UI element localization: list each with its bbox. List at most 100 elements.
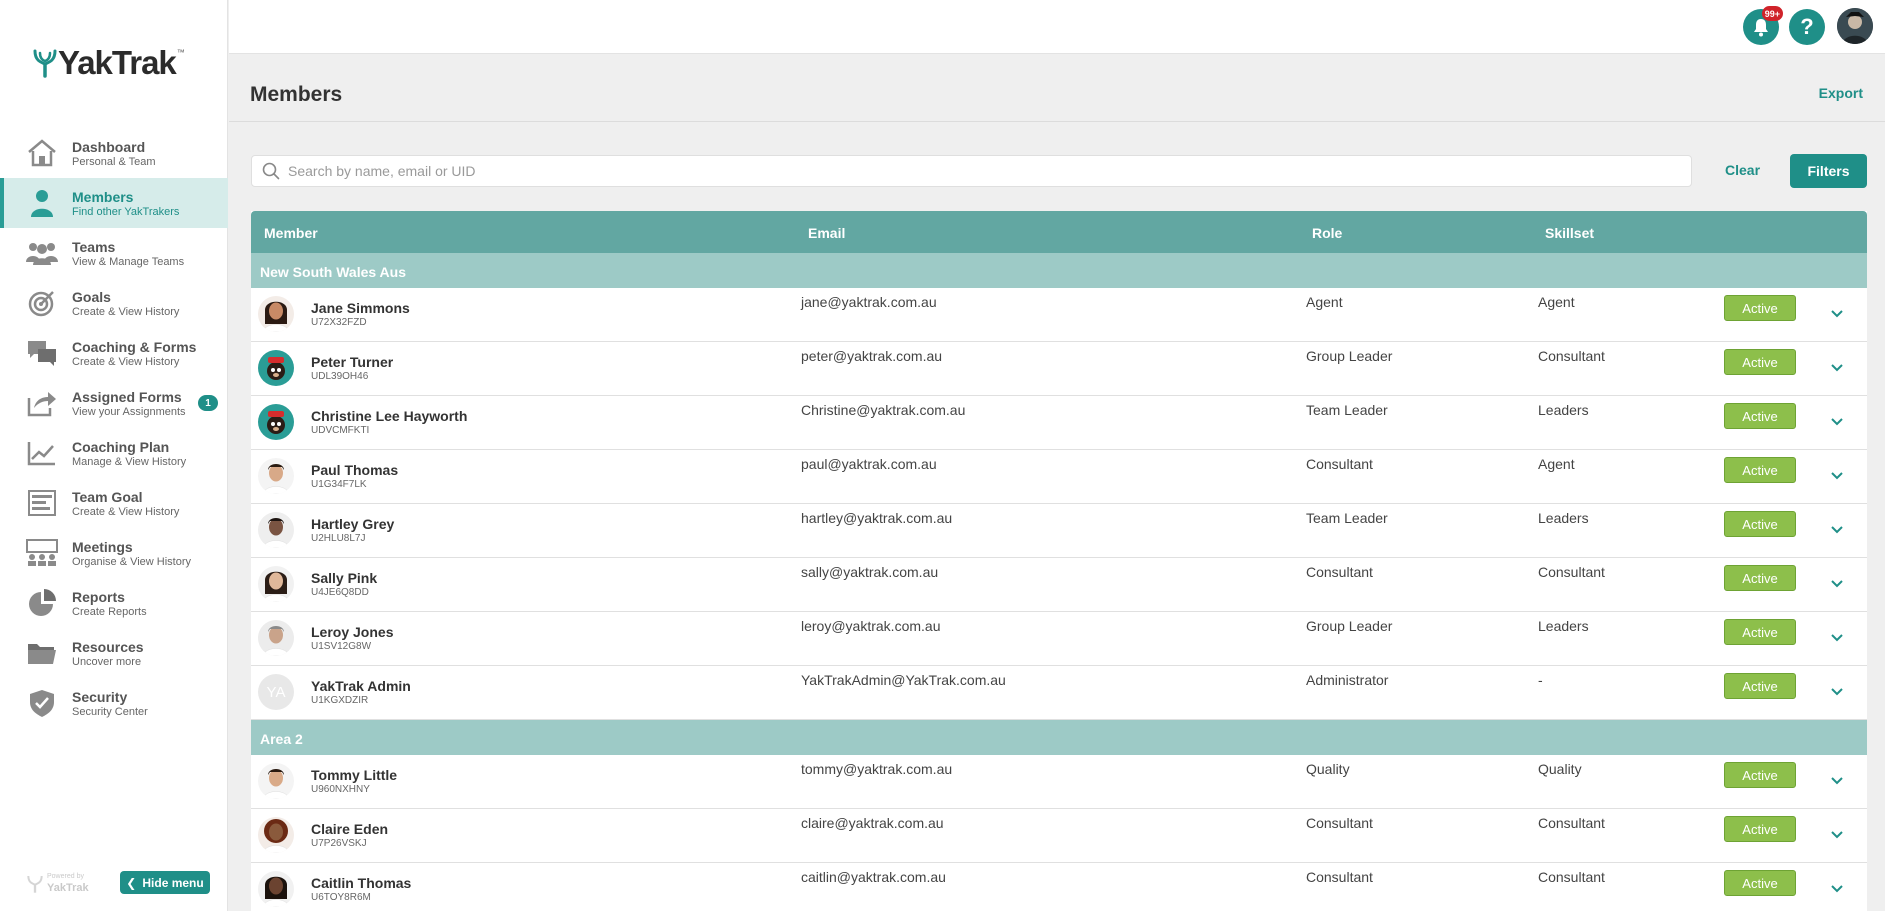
group-name: New South Wales Aus bbox=[260, 264, 406, 280]
member-email: leroy@yaktrak.com.au bbox=[801, 618, 941, 634]
member-name[interactable]: Christine Lee Hayworth bbox=[311, 408, 467, 424]
chevron-down-icon[interactable] bbox=[1829, 683, 1845, 699]
chevron-down-icon[interactable] bbox=[1829, 575, 1845, 591]
status-badge[interactable]: Active bbox=[1724, 511, 1796, 537]
member-role: Quality bbox=[1306, 761, 1350, 777]
status-badge[interactable]: Active bbox=[1724, 457, 1796, 483]
sidebar-item-text: Assigned Forms View your Assignments bbox=[72, 389, 186, 418]
member-skillset: - bbox=[1538, 672, 1543, 688]
sidebar-item-subtitle: Personal & Team bbox=[72, 155, 156, 168]
sidebar-item-label: Coaching Plan bbox=[72, 438, 170, 455]
sidebar-item-text: Coaching Plan Manage & View History bbox=[72, 439, 186, 468]
table-row[interactable]: Tommy Little U960NXHNY tommy@yaktrak.com.a… bbox=[251, 755, 1867, 809]
member-name[interactable]: Tommy Little bbox=[311, 767, 397, 783]
status-badge[interactable]: Active bbox=[1724, 870, 1796, 896]
user-avatar-button[interactable] bbox=[1837, 8, 1873, 44]
chevron-down-icon[interactable] bbox=[1829, 467, 1845, 483]
yaktrak-logo[interactable]: YakTrak ™ bbox=[32, 44, 185, 82]
table-row[interactable]: Christine Lee Hayworth UDVCMFKTI Christine… bbox=[251, 396, 1867, 450]
search-box bbox=[251, 155, 1692, 187]
sidebar-item-resources[interactable]: Resources Uncover more bbox=[0, 628, 228, 678]
table-row[interactable]: Peter Turner UDL39OH46 peter@yaktrak.com.a… bbox=[251, 342, 1867, 396]
sidebar-item-security[interactable]: Security Security Center bbox=[0, 678, 228, 728]
member-avatar bbox=[258, 512, 294, 548]
search-input[interactable] bbox=[288, 163, 1691, 179]
status-badge[interactable]: Active bbox=[1724, 816, 1796, 842]
table-row[interactable]: Paul Thomas U1G34F7LK paul@yaktrak.com.au C… bbox=[251, 450, 1867, 504]
sidebar-item-goals[interactable]: Goals Create & View History bbox=[0, 278, 228, 328]
member-name[interactable]: Jane Simmons bbox=[311, 300, 410, 316]
member-email: Christine@yaktrak.com.au bbox=[801, 402, 966, 418]
pie-icon bbox=[24, 587, 60, 619]
member-name[interactable]: Sally Pink bbox=[311, 570, 377, 586]
sidebar-item-teams[interactable]: Teams View & Manage Teams bbox=[0, 228, 228, 278]
table-row[interactable]: Leroy Jones U1SV12G8W leroy@yaktrak.com.au… bbox=[251, 612, 1867, 666]
table-row[interactable]: Jane Simmons U72X32FZD jane@yaktrak.com.au… bbox=[251, 288, 1867, 342]
status-badge[interactable]: Active bbox=[1724, 295, 1796, 321]
top-bar: 99+ ? bbox=[229, 0, 1885, 54]
help-button[interactable]: ? bbox=[1789, 9, 1825, 45]
member-role: Consultant bbox=[1306, 456, 1373, 472]
sidebar-item-coaching-forms[interactable]: Coaching & Forms Create & View History bbox=[0, 328, 228, 378]
table-row[interactable]: Sally Pink U4JE6Q8DD sally@yaktrak.com.au C… bbox=[251, 558, 1867, 612]
member-avatar bbox=[258, 566, 294, 602]
table-row[interactable]: Hartley Grey U2HLU8L7J hartley@yaktrak.com… bbox=[251, 504, 1867, 558]
status-badge[interactable]: Active bbox=[1724, 403, 1796, 429]
member-skillset: Leaders bbox=[1538, 618, 1589, 634]
status-badge[interactable]: Active bbox=[1724, 673, 1796, 699]
status-badge[interactable]: Active bbox=[1724, 762, 1796, 788]
table-row[interactable]: YA YakTrak Admin U1KGXDZIR YakTrakAdmin@Yak… bbox=[251, 666, 1867, 720]
chevron-down-icon[interactable] bbox=[1829, 772, 1845, 788]
sidebar-item-text: Dashboard Personal & Team bbox=[72, 139, 156, 168]
member-name[interactable]: YakTrak Admin bbox=[311, 678, 411, 694]
chevron-down-icon[interactable] bbox=[1829, 826, 1845, 842]
column-header-member: Member bbox=[264, 225, 318, 241]
filters-button[interactable]: Filters bbox=[1790, 154, 1867, 188]
sidebar-item-text: Coaching & Forms Create & View History bbox=[72, 339, 196, 368]
member-name[interactable]: Claire Eden bbox=[311, 821, 388, 837]
member-name[interactable]: Caitlin Thomas bbox=[311, 875, 411, 891]
member-uid: U6TOY8R6M bbox=[311, 892, 371, 903]
member-email: YakTrakAdmin@YakTrak.com.au bbox=[801, 672, 1006, 688]
chevron-down-icon[interactable] bbox=[1829, 305, 1845, 321]
column-header-skillset: Skillset bbox=[1545, 225, 1595, 241]
notifications-button[interactable]: 99+ bbox=[1743, 6, 1783, 45]
sidebar-item-label: Team Goal bbox=[72, 488, 143, 505]
chevron-down-icon[interactable] bbox=[1829, 629, 1845, 645]
chevron-down-icon[interactable] bbox=[1829, 521, 1845, 537]
member-avatar bbox=[258, 817, 294, 853]
member-uid: U4JE6Q8DD bbox=[311, 587, 369, 598]
sidebar-item-reports[interactable]: Reports Create Reports bbox=[0, 578, 228, 628]
sidebar-item-assigned-forms[interactable]: Assigned Forms View your Assignments 1 bbox=[0, 378, 228, 428]
sidebar-item-meetings[interactable]: Meetings Organise & View History bbox=[0, 528, 228, 578]
search-icon bbox=[262, 162, 280, 180]
member-name[interactable]: Peter Turner bbox=[311, 354, 393, 370]
sidebar-item-subtitle: Create & View History bbox=[72, 505, 180, 518]
export-link[interactable]: Export bbox=[1819, 85, 1863, 101]
sidebar-item-label: Reports bbox=[72, 588, 125, 605]
status-badge[interactable]: Active bbox=[1724, 619, 1796, 645]
chevron-down-icon[interactable] bbox=[1829, 413, 1845, 429]
table-row[interactable]: Caitlin Thomas U6TOY8R6M caitlin@yaktrak.c… bbox=[251, 863, 1867, 911]
team-icon bbox=[24, 237, 60, 269]
member-name[interactable]: Hartley Grey bbox=[311, 516, 394, 532]
member-uid: U1SV12G8W bbox=[311, 641, 372, 652]
sidebar-item-subtitle: Manage & View History bbox=[72, 455, 187, 468]
chevron-down-icon[interactable] bbox=[1829, 359, 1845, 375]
notification-count-badge: 99+ bbox=[1761, 6, 1783, 21]
member-avatar bbox=[258, 296, 294, 332]
table-row[interactable]: Claire Eden U7P26VSKJ claire@yaktrak.com.a… bbox=[251, 809, 1867, 863]
sidebar-item-coaching-plan[interactable]: Coaching Plan Manage & View History bbox=[0, 428, 228, 478]
sidebar-item-team-goal[interactable]: Team Goal Create & View History bbox=[0, 478, 228, 528]
sidebar-item-members[interactable]: Members Find other YakTrakers bbox=[0, 178, 228, 228]
member-uid: U7P26VSKJ bbox=[311, 838, 367, 849]
status-badge[interactable]: Active bbox=[1724, 565, 1796, 591]
chevron-down-icon[interactable] bbox=[1829, 880, 1845, 896]
status-badge[interactable]: Active bbox=[1724, 349, 1796, 375]
member-name[interactable]: Paul Thomas bbox=[311, 462, 398, 478]
sidebar-item-dashboard[interactable]: Dashboard Personal & Team bbox=[0, 128, 228, 178]
clear-button[interactable]: Clear bbox=[1725, 162, 1760, 178]
member-name[interactable]: Leroy Jones bbox=[311, 624, 393, 640]
hide-menu-button[interactable]: ❮ Hide menu bbox=[120, 871, 210, 894]
member-avatar bbox=[258, 350, 294, 386]
